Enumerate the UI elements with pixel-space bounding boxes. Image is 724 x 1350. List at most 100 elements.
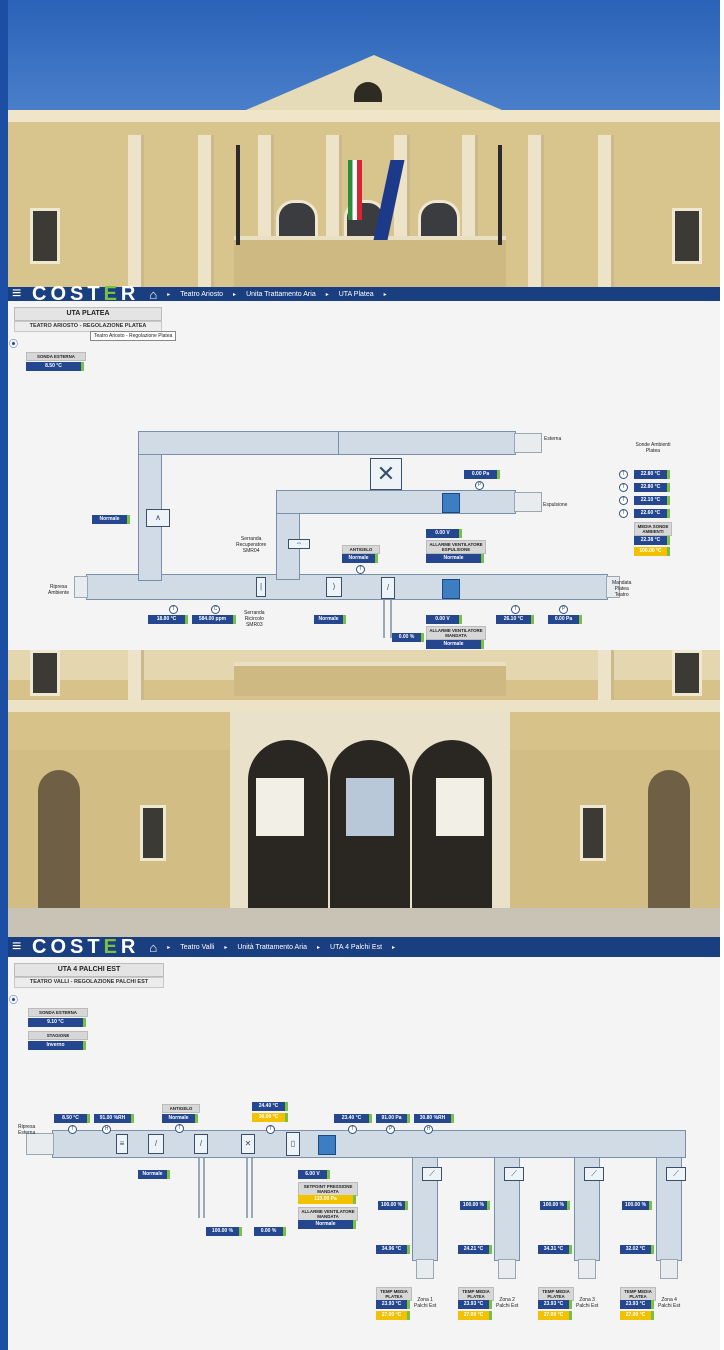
bypass-damper-status[interactable]: Normale: [92, 515, 130, 524]
coil-temp[interactable]: 24.40 °C: [252, 1102, 288, 1111]
sonda-2[interactable]: 22.80 °C: [634, 483, 670, 492]
media-setpoint[interactable]: 100.00 °C: [634, 547, 670, 556]
damper-smr03-icon[interactable]: |: [256, 577, 266, 597]
room-sensor-icon[interactable]: T: [619, 509, 628, 518]
supply-fan-icon[interactable]: [442, 579, 460, 599]
zone-2-media[interactable]: 23.93 °C: [458, 1300, 492, 1309]
frost-sensor-icon[interactable]: T: [175, 1124, 184, 1133]
coil-setpoint[interactable]: 30.00 °C: [252, 1113, 288, 1122]
cooling-coil-icon[interactable]: ✕: [241, 1134, 255, 1154]
ripresa-temp[interactable]: 18.80 °C: [148, 615, 188, 624]
zone-2-damper-icon[interactable]: ⟋: [504, 1167, 524, 1181]
coil-icon[interactable]: /: [381, 577, 395, 599]
room-sensor-icon[interactable]: T: [619, 483, 628, 492]
supply-temp-sensor-icon[interactable]: T: [348, 1125, 357, 1134]
zone-1-damper[interactable]: 100.00 %: [378, 1201, 408, 1210]
setpoint-value[interactable]: 110.00 Pa: [298, 1195, 356, 1204]
breadcrumb-uta[interactable]: Unita Trattamento Aria: [246, 291, 316, 298]
ripresa-co2[interactable]: 584.00 ppm: [192, 615, 236, 624]
supply-pressure-sensor-icon[interactable]: P: [386, 1125, 395, 1134]
filter-icon[interactable]: ⟩: [326, 577, 342, 597]
supply-pressure-sensor-icon[interactable]: P: [559, 605, 568, 614]
sonda-1[interactable]: 22.80 °C: [634, 470, 670, 479]
filter-icon[interactable]: ≡: [116, 1134, 128, 1154]
supply-temp[interactable]: 23.40 °C: [334, 1114, 372, 1123]
page-subtitle[interactable]: TEATRO VALLI - REGOLAZIONE PALCHI EST: [14, 977, 164, 988]
co2-sensor-icon[interactable]: C: [211, 605, 220, 614]
serranda-status[interactable]: Normale: [138, 1170, 170, 1179]
zone-1-damper-icon[interactable]: ⟋: [422, 1167, 442, 1181]
serranda-status[interactable]: Normale: [314, 615, 346, 624]
ext-humidity-sensor-icon[interactable]: H: [102, 1125, 111, 1134]
zone-3-damper[interactable]: 100.00 %: [540, 1201, 570, 1210]
antigelo-value[interactable]: Normale: [162, 1114, 198, 1123]
supply-voltage[interactable]: 0.00 V: [426, 615, 462, 624]
valve-heating[interactable]: 100.00 %: [206, 1227, 242, 1236]
media-sonde-value[interactable]: 22.38 °C: [634, 536, 670, 545]
room-sensor-icon[interactable]: T: [619, 470, 628, 479]
zone-4-damper[interactable]: 100.00 %: [622, 1201, 652, 1210]
supply-rh[interactable]: 30.80 %RH: [414, 1114, 454, 1123]
breadcrumb-uta-platea[interactable]: UTA Platea: [339, 291, 374, 298]
zone-3-temp[interactable]: 34.31 °C: [538, 1245, 572, 1254]
zone-1-setpoint[interactable]: 27.00 °C: [376, 1311, 410, 1320]
coster-logo[interactable]: COSTER: [32, 936, 139, 959]
room-sensor-icon[interactable]: T: [619, 496, 628, 505]
exhaust-fan-icon[interactable]: [442, 493, 460, 513]
zone-4-damper-icon[interactable]: ⟋: [666, 1167, 686, 1181]
valve-position[interactable]: 0.00 %: [392, 633, 424, 642]
fan-voltage[interactable]: 6.00 V: [298, 1170, 330, 1179]
zone-2-setpoint[interactable]: 27.00 °C: [458, 1311, 492, 1320]
stagione-value[interactable]: Inverno: [28, 1041, 86, 1050]
supply-fan-icon[interactable]: [318, 1135, 336, 1155]
zone-2-temp[interactable]: 24.21 °C: [458, 1245, 492, 1254]
alarm-value[interactable]: Normale: [298, 1220, 356, 1229]
zone-3-setpoint[interactable]: 27.00 °C: [538, 1311, 572, 1320]
supply-humidity-sensor-icon[interactable]: H: [424, 1125, 433, 1134]
supply-alarm-value[interactable]: Normale: [426, 640, 484, 649]
sonda-esterna-value[interactable]: 8.50 °C: [26, 362, 84, 371]
zone-1-temp[interactable]: 34.96 °C: [376, 1245, 410, 1254]
zone-3-media[interactable]: 23.93 °C: [538, 1300, 572, 1309]
supply-temp-sensor-icon[interactable]: T: [511, 605, 520, 614]
bypass-damper-icon[interactable]: ∧: [146, 509, 170, 527]
humidifier-icon[interactable]: ▯: [286, 1132, 300, 1156]
zone-4-temp[interactable]: 32.02 °C: [620, 1245, 654, 1254]
heating-coil-icon[interactable]: /: [194, 1134, 208, 1154]
sonda-3[interactable]: 22.10 °C: [634, 496, 670, 505]
damper-smr04-icon[interactable]: ⇔: [288, 539, 310, 549]
breadcrumb-uta-palchi-est[interactable]: UTA 4 Palchi Est: [330, 944, 382, 951]
exhaust-voltage[interactable]: 0.00 V: [426, 529, 462, 538]
hamburger-menu-icon[interactable]: ≡: [12, 938, 24, 956]
ext-temp[interactable]: 8.50 °C: [54, 1114, 90, 1123]
temp-sensor-icon[interactable]: T: [169, 605, 178, 614]
coil-temp-sensor-icon[interactable]: T: [266, 1125, 275, 1134]
breadcrumb-teatro-ariosto[interactable]: Teatro Ariosto: [180, 291, 223, 298]
home-icon[interactable]: ⌂: [149, 287, 157, 302]
ext-rh[interactable]: 91.00 %RH: [94, 1114, 134, 1123]
valve-cooling[interactable]: 0.00 %: [254, 1227, 286, 1236]
exhaust-pressure[interactable]: 0.00 Pa: [464, 470, 500, 479]
pressure-sensor-icon[interactable]: P: [475, 481, 484, 490]
gauge-icon[interactable]: ⦿: [9, 337, 18, 350]
sonda-4[interactable]: 22.60 °C: [634, 509, 670, 518]
frost-sensor-icon[interactable]: T: [356, 565, 365, 574]
supply-pressure[interactable]: 91.00 Pa: [376, 1114, 410, 1123]
supply-temp[interactable]: 26.10 °C: [496, 615, 534, 624]
supply-pressure[interactable]: 0.00 Pa: [548, 615, 582, 624]
zone-1-media[interactable]: 23.93 °C: [376, 1300, 410, 1309]
ext-temp-sensor-icon[interactable]: T: [68, 1125, 77, 1134]
heat-recovery-icon[interactable]: ✕: [370, 458, 402, 490]
gauge-icon[interactable]: ⦿: [9, 993, 18, 1006]
home-icon[interactable]: ⌂: [149, 940, 157, 955]
zone-3-damper-icon[interactable]: ⟋: [584, 1167, 604, 1181]
breadcrumb-uta[interactable]: Unità Trattamento Aria: [237, 944, 307, 951]
exhaust-alarm-value[interactable]: Normale: [426, 554, 484, 563]
antigelo-value[interactable]: Normale: [342, 554, 378, 563]
sonda-esterna-value[interactable]: 9.10 °C: [28, 1018, 86, 1027]
zone-4-setpoint[interactable]: 27.00 °C: [620, 1311, 654, 1320]
zone-2-damper[interactable]: 100.00 %: [460, 1201, 490, 1210]
damper-icon[interactable]: /: [148, 1134, 164, 1154]
breadcrumb-teatro-valli[interactable]: Teatro Valli: [180, 944, 214, 951]
zone-4-media[interactable]: 23.93 °C: [620, 1300, 654, 1309]
